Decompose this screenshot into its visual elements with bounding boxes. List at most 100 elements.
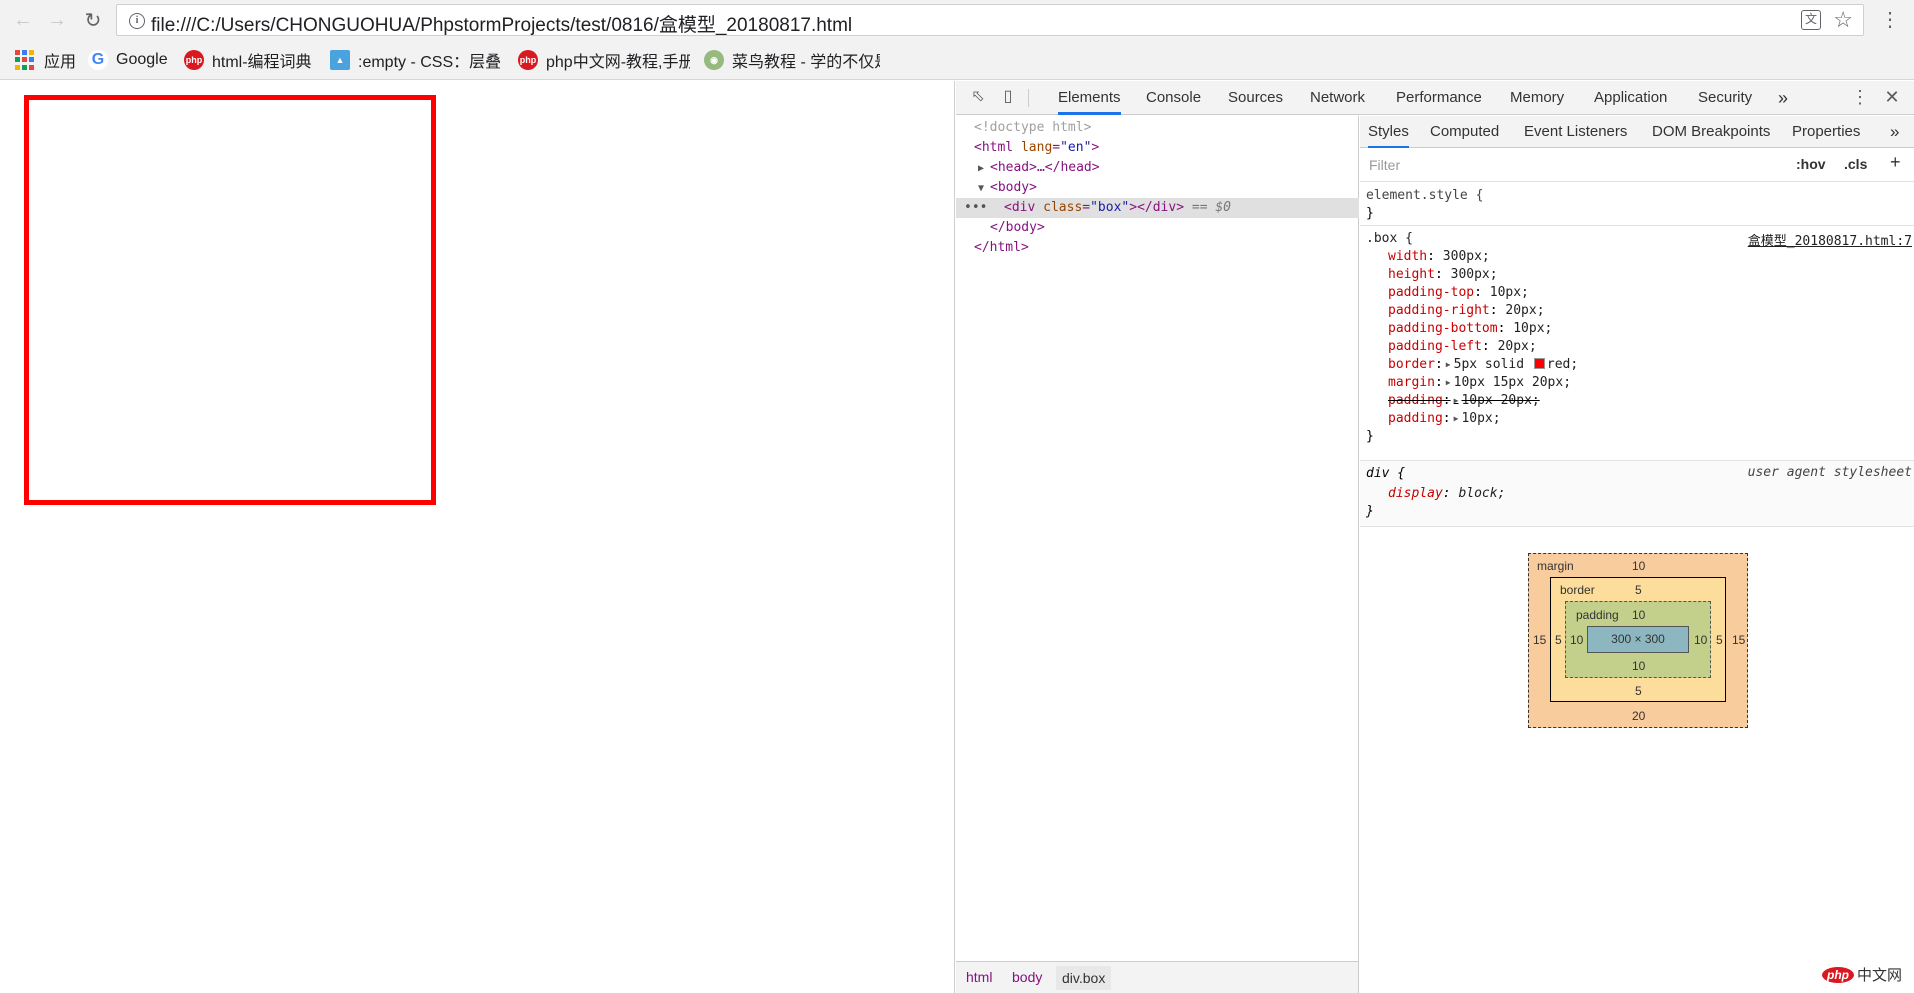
bookmark-mdn-empty[interactable]: ▲ :empty - CSS：层叠 [330,49,500,71]
css-property-border[interactable]: border: ▶ 5px solid red; [1388,356,1578,374]
css-property-height[interactable]: height: 300px; [1388,266,1498,284]
margin-left-value[interactable]: 15 [1533,633,1546,647]
attr-name: class [1043,200,1083,215]
back-arrow-icon[interactable]: ← [10,7,36,33]
inspect-element-icon[interactable]: ⬁ [968,87,988,107]
page-viewport [0,81,955,993]
bookmark-php-cn[interactable]: php php中文网-教程,手册 [518,49,690,71]
more-tabs-button[interactable]: » [1778,81,1788,115]
reload-icon[interactable]: ↻ [80,7,106,33]
hov-button[interactable]: :hov [1796,156,1826,172]
border-top-value[interactable]: 5 [1635,583,1642,597]
tab-memory[interactable]: Memory [1510,81,1564,115]
padding-bottom-value[interactable]: 10 [1632,659,1645,673]
margin-top-value[interactable]: 10 [1632,559,1645,573]
tab-event-listeners[interactable]: Event Listeners [1524,116,1627,148]
cls-button[interactable]: .cls [1844,156,1867,172]
bookmark-apps[interactable]: 应用 [14,49,76,71]
tag-name: div [1011,200,1036,215]
dom-body-close[interactable]: </body> [956,218,1359,238]
dom-doctype[interactable]: <!doctype html> [956,118,1359,138]
bookmark-google[interactable]: G Google [88,49,168,71]
css-property-padding-right[interactable]: padding-right: 20px; [1388,302,1545,320]
collapse-triangle-icon[interactable]: ▼ [978,179,990,199]
box-model-content[interactable]: 300 × 300 [1587,626,1689,653]
star-icon[interactable]: ☆ [1833,7,1853,33]
border-left-value[interactable]: 5 [1555,633,1562,647]
forward-arrow-icon[interactable]: → [44,7,70,33]
php-logo: php [1821,966,1854,983]
tab-computed[interactable]: Computed [1430,116,1499,148]
rule-close-brace: } [1366,504,1374,519]
dom-node-div-box-selected[interactable]: ••• <div class="box"></div> == $0 [956,198,1359,218]
tab-properties[interactable]: Properties [1792,116,1860,148]
css-property-padding-overridden[interactable]: padding: ▶ 10px 20px; [1388,392,1540,410]
breadcrumb-body[interactable]: body [1012,969,1042,985]
padding-right-value[interactable]: 10 [1694,633,1707,647]
close-icon[interactable]: ✕ [1882,87,1902,107]
tab-performance[interactable]: Performance [1396,81,1482,115]
php-cn-watermark: php 中文网 [1821,964,1902,985]
div-close-text: ></div> [1129,200,1185,215]
device-toolbar-icon[interactable]: ▯ [998,87,1018,107]
border-label: border [1560,583,1595,597]
css-property-padding-bottom[interactable]: padding-bottom: 10px; [1388,320,1552,338]
browser-menu-icon[interactable]: ⋮ [1880,8,1900,32]
info-icon[interactable]: i [129,13,145,29]
tab-application[interactable]: Application [1594,81,1667,115]
color-swatch-red[interactable] [1533,358,1545,369]
rule-selector[interactable]: element.style { [1366,187,1483,205]
dom-node-html[interactable]: <html lang="en"> [956,138,1359,158]
styles-pane: Styles Computed Event Listeners DOM Brea… [1360,116,1914,993]
border-bottom-value[interactable]: 5 [1635,684,1642,698]
devtools-menu-icon[interactable]: ⋮ [1850,87,1870,107]
more-actions-dots-icon[interactable]: ••• [964,198,1004,218]
bookmark-label: 应用 [44,54,77,71]
padding-top-value[interactable]: 10 [1632,608,1645,622]
body-open-text: <body> [990,180,1037,195]
bookmark-html-dictionary[interactable]: php html-编程词典 [184,49,318,71]
selected-marker: == $0 [1191,200,1232,215]
css-property-width[interactable]: width: 300px; [1388,248,1490,266]
rule-selector[interactable]: .box { [1366,230,1413,248]
devtools-panel: ⬁ ▯ Elements Console Sources Network Per… [956,81,1914,993]
margin-bottom-value[interactable]: 20 [1632,709,1645,723]
mdn-icon: ▲ [330,50,350,70]
box-model-diagram: 300 × 300 margin 10 15 20 15 border 5 5 … [1528,553,1748,728]
url-text[interactable]: file:///C:/Users/CHONGUOHUA/PhpstormProj… [151,10,852,37]
css-property-padding-top[interactable]: padding-top: 10px; [1388,284,1529,302]
breadcrumb-html[interactable]: html [966,969,992,985]
dom-node-body[interactable]: ▼ <body> [956,178,1359,198]
border-right-value[interactable]: 5 [1716,633,1723,647]
tab-console[interactable]: Console [1146,81,1201,115]
tab-network[interactable]: Network [1310,81,1365,115]
tab-sources[interactable]: Sources [1228,81,1283,115]
breadcrumb-div-box[interactable]: div.box [1056,966,1112,990]
tag-name: html [981,140,1014,155]
expand-triangle-icon[interactable]: ▶ [978,159,990,179]
css-property-margin[interactable]: margin: ▶ 10px 15px 20px; [1388,374,1571,392]
new-style-rule-button[interactable]: + [1890,152,1901,173]
css-property-padding-left[interactable]: padding-left: 20px; [1388,338,1537,356]
padding-left-value[interactable]: 10 [1570,633,1583,647]
address-bar[interactable]: i file:///C:/Users/CHONGUOHUA/PhpstormPr… [116,4,1864,36]
dom-html-close[interactable]: </html> [956,238,1359,258]
styles-sub-tab-bar: Styles Computed Event Listeners DOM Brea… [1360,116,1914,148]
css-property-padding[interactable]: padding: ▶ 10px; [1388,410,1501,428]
tab-styles[interactable]: Styles [1368,116,1409,148]
bookmark-runoob[interactable]: ◉ 菜鸟教程 - 学的不仅是 [704,49,880,71]
html-close-text: </html> [974,240,1029,255]
rule-div-user-agent: div { user agent stylesheet display: blo… [1360,461,1914,527]
toolbar-divider [1028,89,1029,107]
dom-node-head[interactable]: ▶ <head>…</head> [956,158,1359,178]
expand-triangle-icon: ▶ [1453,414,1459,423]
tab-security[interactable]: Security [1698,81,1752,115]
margin-right-value[interactable]: 15 [1732,633,1745,647]
tab-elements[interactable]: Elements [1058,81,1121,115]
tab-dom-breakpoints[interactable]: DOM Breakpoints [1652,116,1770,148]
filter-input[interactable] [1366,153,1786,177]
attr-value: "box" [1090,200,1130,215]
translate-icon[interactable]: 文 [1801,10,1821,30]
more-tabs-button[interactable]: » [1890,116,1899,148]
rule-source-link[interactable]: 盒模型_20180817.html:7 [1748,230,1912,249]
